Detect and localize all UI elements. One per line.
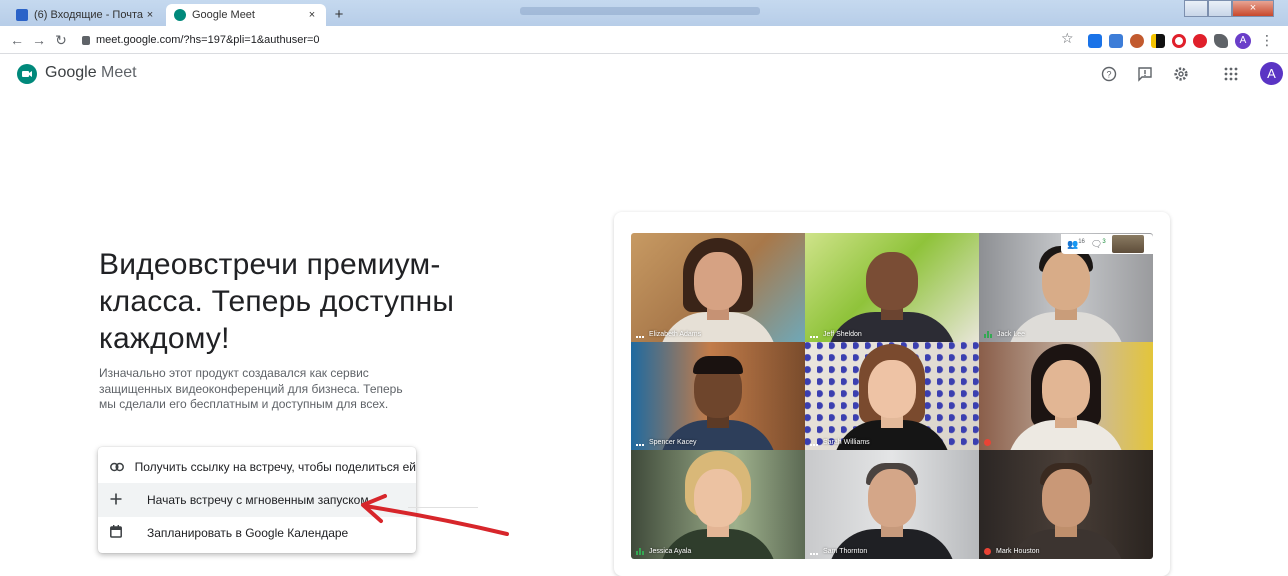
participant-name-tag: Jack Lee — [984, 330, 1026, 338]
page-description: Изначально этот продукт создавался как с… — [99, 366, 403, 411]
participant-name-tag: Mark Houston — [984, 547, 1040, 555]
reload-icon[interactable]: ↻ — [50, 29, 72, 51]
chat-badge: 3 — [1102, 238, 1106, 245]
header-actions: ? A — [1098, 62, 1283, 85]
mic-talking-icon — [984, 330, 992, 338]
browser-tab-strip: (6) Входящие - Почта Mail.ru × Google Me… — [0, 0, 1288, 26]
participant-name-tag: Sarah Williams — [810, 439, 870, 447]
extension-blue-icon[interactable] — [1088, 33, 1102, 48]
video-tile: Sarah Williams — [805, 341, 979, 451]
minimize-button[interactable] — [1184, 0, 1208, 17]
participant-name: Spencer Kacey — [649, 439, 697, 447]
mic-indicator-icon — [810, 439, 818, 447]
menu-item-get-link[interactable]: Получить ссылку на встречу, чтобы подели… — [98, 450, 416, 484]
mic-muted-icon — [984, 439, 991, 447]
video-tile: Elizabeth Adams — [631, 233, 805, 342]
puzzle-icon[interactable] — [1214, 33, 1228, 48]
page-headline: Видеовстречи премиум-класса. Теперь дост… — [99, 248, 455, 355]
tab-title: (6) Входящие - Почта Mail.ru — [34, 9, 144, 21]
video-grid-toolbar: 👥16 🗨3 — [1061, 234, 1153, 254]
video-tile: Jessica Ayala — [631, 450, 805, 559]
forward-arrow-icon[interactable]: → — [28, 29, 50, 51]
participant-name-tag: Jessica Ayala — [636, 547, 692, 555]
bookmark-star-icon[interactable]: ☆ — [1061, 30, 1074, 47]
url-text: meet.google.com/?hs=197&pli=1&authuser=0 — [96, 34, 320, 46]
window-close-button[interactable]: × — [1232, 0, 1274, 17]
meet-header: Google Meet ? A — [0, 55, 1288, 93]
participant-name: Elizabeth Adams — [649, 330, 702, 338]
window-controls: × — [1184, 0, 1274, 17]
adblock-icon[interactable] — [1193, 33, 1207, 48]
tab-mail[interactable]: (6) Входящие - Почта Mail.ru × — [8, 4, 164, 26]
tab-google-meet[interactable]: Google Meet × — [166, 4, 326, 26]
more-vert-icon[interactable]: ⋮ — [1260, 32, 1274, 49]
brand-product: Meet — [101, 64, 137, 81]
maximize-button[interactable] — [1208, 0, 1232, 17]
video-tile: Spencer Kacey — [631, 341, 805, 451]
participant-name-tag: Sam Thornton — [810, 548, 867, 555]
link-icon — [98, 459, 126, 475]
close-icon[interactable]: × — [306, 9, 318, 21]
window-title-bar — [520, 7, 760, 15]
plus-icon — [98, 492, 138, 508]
participant-name: Jessica Ayala — [649, 547, 692, 555]
back-arrow-icon[interactable]: ← — [6, 29, 28, 51]
mic-indicator-icon — [810, 548, 818, 555]
help-icon[interactable]: ? — [1098, 63, 1120, 85]
brand-name[interactable]: Google Meet — [45, 64, 137, 82]
video-tile: Sam Thornton — [805, 450, 979, 559]
new-tab-button[interactable]: + — [330, 6, 348, 24]
mic-indicator-icon — [636, 439, 644, 447]
browser-toolbar: ← → ↻ meet.google.com/?hs=197&pli=1&auth… — [0, 26, 1288, 54]
meet-icon — [174, 9, 186, 21]
video-tile: Mark Houston — [979, 450, 1153, 559]
account-avatar[interactable]: A — [1260, 62, 1283, 85]
brand-google: Google — [45, 64, 97, 81]
participants-icon: 👥16 — [1067, 238, 1085, 249]
mic-talking-icon — [636, 547, 644, 555]
svg-text:?: ? — [1106, 69, 1111, 79]
calendar-icon — [98, 525, 138, 541]
mic-indicator-icon — [636, 331, 644, 338]
self-view-thumbnail — [1111, 235, 1144, 253]
lock-icon — [82, 35, 90, 45]
settings-icon[interactable] — [1170, 63, 1192, 85]
participant-name: Jack Lee — [997, 330, 1026, 338]
apps-icon[interactable] — [1220, 63, 1242, 85]
video-tile — [979, 341, 1153, 451]
menu-item-label: Запланировать в Google Календаре — [147, 526, 349, 540]
feedback-icon[interactable] — [1134, 63, 1156, 85]
extension-search-icon[interactable] — [1109, 33, 1123, 48]
participant-name: Mark Houston — [996, 547, 1040, 555]
mic-indicator-icon — [810, 331, 818, 338]
extension-avatar-icon[interactable] — [1130, 33, 1144, 48]
video-tile: Jeff Sheldon — [805, 233, 979, 342]
participant-name-tag: Spencer Kacey — [636, 439, 697, 447]
menu-item-label: Начать встречу с мгновенным запуском — [147, 493, 369, 507]
participant-count: 16 — [1078, 238, 1085, 245]
annotation-arrow-icon — [361, 494, 509, 536]
participant-name-tag — [984, 439, 996, 447]
video-grid: Elizabeth Adams Jeff Sheldon Jack Lee Sp… — [631, 233, 1153, 559]
extension-note-icon[interactable] — [1151, 33, 1165, 48]
participant-name: Sam Thornton — [823, 547, 868, 555]
extensions-bar: A ⋮ — [1088, 32, 1274, 49]
chat-icon: 🗨3 — [1090, 238, 1106, 249]
participant-name-tag: Jeff Sheldon — [810, 331, 862, 338]
opera-icon[interactable] — [1172, 33, 1186, 48]
participant-name: Jeff Sheldon — [823, 330, 862, 338]
tab-title: Google Meet — [192, 9, 255, 21]
mail-icon — [16, 9, 28, 21]
close-icon[interactable]: × — [144, 9, 156, 21]
participant-name: Sarah Williams — [823, 439, 870, 447]
participant-name-tag: Elizabeth Adams — [636, 331, 701, 338]
mic-muted-icon — [984, 547, 991, 555]
profile-avatar[interactable]: A — [1235, 32, 1251, 49]
address-bar[interactable]: meet.google.com/?hs=197&pli=1&authuser=0 — [82, 29, 320, 51]
menu-item-label: Получить ссылку на встречу, чтобы подели… — [134, 460, 416, 474]
meet-logo-icon[interactable] — [17, 64, 37, 84]
